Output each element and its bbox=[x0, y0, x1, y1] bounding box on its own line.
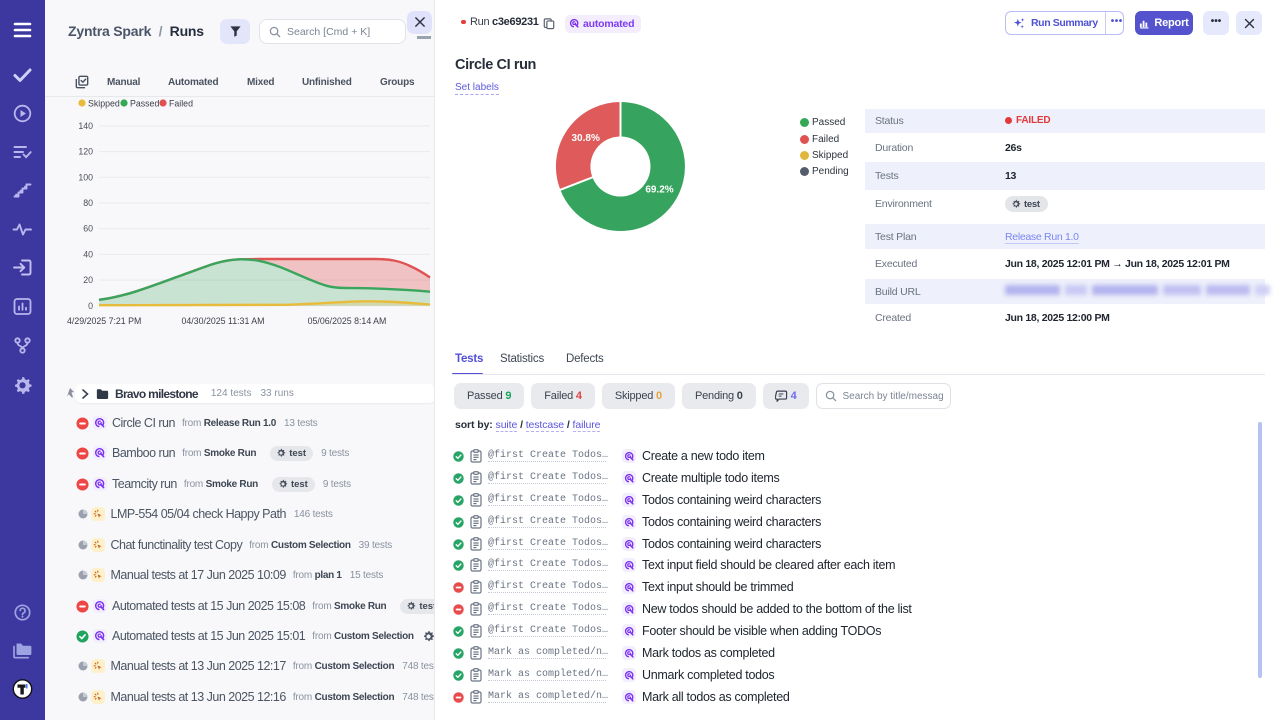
svg-text:Skipped: Skipped bbox=[88, 99, 120, 109]
svg-text:80: 80 bbox=[83, 198, 93, 208]
svg-text:69.2%: 69.2% bbox=[645, 185, 673, 196]
svg-text:20: 20 bbox=[83, 275, 93, 285]
svg-text:30.8%: 30.8% bbox=[572, 133, 600, 144]
svg-text:100: 100 bbox=[78, 172, 93, 182]
svg-text:40: 40 bbox=[83, 249, 93, 259]
svg-text:0: 0 bbox=[88, 301, 93, 311]
svg-text:04/30/2025 11:31 AM: 04/30/2025 11:31 AM bbox=[182, 316, 265, 326]
svg-text:120: 120 bbox=[78, 147, 93, 157]
svg-text:60: 60 bbox=[83, 224, 93, 234]
svg-text:140: 140 bbox=[78, 121, 93, 131]
svg-text:05/06/2025 8:14 AM: 05/06/2025 8:14 AM bbox=[308, 316, 387, 326]
svg-text:Passed: Passed bbox=[130, 99, 159, 109]
svg-text:Failed: Failed bbox=[169, 99, 193, 109]
svg-text:4/29/2025 7:21 PM: 4/29/2025 7:21 PM bbox=[67, 316, 141, 326]
